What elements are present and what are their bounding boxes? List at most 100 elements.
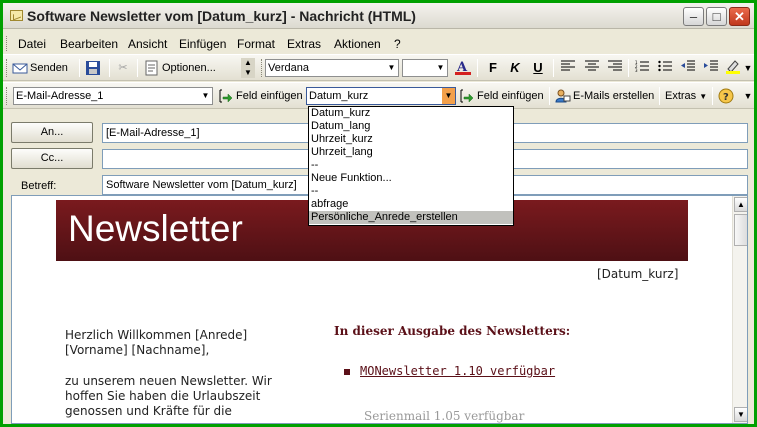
insert-field-label-1: Feld einfügen: [236, 90, 303, 102]
toolbar-separator: [553, 59, 554, 77]
cc-button[interactable]: Cc...: [11, 148, 93, 169]
bold-button[interactable]: F: [483, 58, 503, 78]
date-field-select[interactable]: Datum_kurz ▼: [306, 87, 456, 105]
scissors-icon: ✂: [118, 62, 128, 75]
align-left-button[interactable]: [558, 58, 578, 78]
scroll-up-button[interactable]: ▲: [734, 197, 747, 212]
field-select-value: E-Mail-Adresse_1: [16, 90, 104, 102]
chevron-down-icon: ▼: [201, 91, 210, 100]
date-placeholder: [Datum_kurz]: [597, 267, 679, 281]
toc-item-link[interactable]: MONewsletter 1.10 verfügbar: [344, 364, 555, 378]
send-button[interactable]: Senden: [12, 58, 68, 78]
create-emails-button[interactable]: E-Mails erstellen: [555, 86, 654, 106]
toolbar-options-chevron[interactable]: ▼: [743, 86, 753, 106]
toolbar-separator: [79, 59, 80, 77]
toolbar-grip[interactable]: [6, 87, 9, 105]
chevron-down-icon: ▼: [387, 63, 396, 72]
menu-extras[interactable]: Extras: [287, 37, 321, 51]
insert-field-button-2[interactable]: Feld einfügen: [459, 86, 544, 106]
extras-dropdown-button[interactable]: Extras ▼: [665, 86, 707, 106]
toolbar-separator: [137, 59, 138, 77]
message-body[interactable]: Newsletter [Datum_kurz] Herzlich Willkom…: [11, 195, 748, 424]
options-icon: [144, 60, 160, 76]
scroll-thumb[interactable]: [734, 214, 747, 246]
toolbar-overflow-chevron[interactable]: ▲ ▼: [241, 58, 255, 78]
font-size-select[interactable]: ▼: [402, 59, 448, 77]
menu-ansicht[interactable]: Ansicht: [128, 37, 167, 51]
numbered-list-button[interactable]: 123: [632, 58, 652, 78]
subject-label: Betreff:: [21, 180, 57, 192]
scroll-down-button[interactable]: ▼: [734, 407, 747, 422]
banner-title: Newsletter: [68, 208, 243, 249]
to-button[interactable]: An...: [11, 122, 93, 143]
vertical-scrollbar[interactable]: ▲ ▼: [732, 196, 747, 423]
menu-format[interactable]: Format: [237, 37, 275, 51]
align-right-icon: [608, 60, 622, 71]
toc-item-label: MONewsletter 1.10 verfügbar: [360, 364, 556, 378]
highlight-button[interactable]: [723, 58, 743, 78]
menu-aktionen[interactable]: Aktionen: [334, 37, 381, 51]
menu-einfuegen[interactable]: Einfügen: [179, 37, 226, 51]
highlighter-icon: [726, 60, 740, 74]
date-field-dropdown-list: Datum_kurz Datum_lang Uhrzeit_kurz Uhrze…: [308, 106, 514, 226]
save-button[interactable]: [85, 58, 103, 78]
font-color-button[interactable]: A: [453, 58, 473, 78]
insert-field-icon: [218, 88, 234, 104]
dropdown-item[interactable]: Uhrzeit_kurz: [309, 133, 513, 146]
options-button[interactable]: Optionen...: [144, 58, 216, 78]
toolbar-separator: [659, 87, 660, 105]
cut-button[interactable]: ✂: [115, 58, 133, 78]
format-toolbar-grip[interactable]: [261, 59, 264, 77]
insert-field-icon: [459, 88, 475, 104]
align-left-icon: [561, 60, 575, 71]
help-icon: ?: [718, 88, 734, 104]
standard-toolbar: Senden ✂ Optionen... ▲ ▼ Verdana ▼ ▼ A F…: [3, 54, 754, 81]
menubar-grip[interactable]: [6, 36, 9, 51]
dropdown-separator: --: [311, 185, 319, 197]
dropdown-item[interactable]: Neue Funktion...: [309, 172, 513, 185]
dropdown-item[interactable]: Datum_kurz: [309, 107, 513, 120]
decrease-indent-button[interactable]: [678, 58, 698, 78]
dropdown-item[interactable]: Datum_lang: [309, 120, 513, 133]
bullet-list-button[interactable]: [655, 58, 675, 78]
message-window: Software Newsletter vom [Datum_kurz] - N…: [3, 3, 754, 424]
toolbar-separator: [549, 87, 550, 105]
insert-field-button-1[interactable]: Feld einfügen: [218, 86, 303, 106]
create-emails-icon: [555, 88, 571, 104]
align-right-button[interactable]: [605, 58, 625, 78]
increase-indent-button[interactable]: [701, 58, 721, 78]
toolbar-separator: [109, 59, 110, 77]
bullet-list-icon: [658, 60, 672, 72]
help-button[interactable]: ?: [718, 86, 736, 106]
toolbar-separator: [477, 59, 478, 77]
close-button[interactable]: ✕: [729, 7, 750, 26]
title-bar: Software Newsletter vom [Datum_kurz] - N…: [3, 3, 754, 29]
underline-button[interactable]: U: [528, 58, 548, 78]
save-icon: [85, 60, 101, 76]
chevron-down-icon: ▼: [699, 92, 708, 101]
toolbar-grip[interactable]: [6, 59, 9, 77]
create-emails-label: E-Mails erstellen: [573, 90, 655, 102]
toolbar-options-chevron[interactable]: ▼: [743, 58, 753, 78]
dropdown-item-selected[interactable]: Persönliche_Anrede_erstellen: [309, 211, 513, 224]
numbered-list-icon: 123: [635, 60, 649, 73]
chevron-down-icon: ▼: [436, 63, 445, 72]
dropdown-item[interactable]: Uhrzeit_lang: [309, 146, 513, 159]
minimize-button[interactable]: –: [683, 7, 704, 26]
menu-datei[interactable]: Datei: [18, 37, 46, 51]
decrease-indent-icon: [681, 60, 695, 71]
options-label: Optionen...: [162, 62, 216, 74]
align-center-button[interactable]: [582, 58, 602, 78]
field-select[interactable]: E-Mail-Adresse_1 ▼: [13, 87, 213, 105]
font-family-select[interactable]: Verdana ▼: [265, 59, 399, 77]
maximize-button[interactable]: □: [706, 7, 727, 26]
insert-field-label-2: Feld einfügen: [477, 90, 544, 102]
menu-help[interactable]: ?: [394, 37, 401, 51]
send-envelope-icon: [12, 60, 28, 76]
toc-item-partial[interactable]: Serienmail 1.05 verfügbar: [364, 409, 524, 423]
menu-bearbeiten[interactable]: Bearbeiten: [60, 37, 118, 51]
dropdown-item[interactable]: abfrage: [309, 198, 513, 211]
italic-button[interactable]: K: [505, 58, 525, 78]
welcome-column: Herzlich Willkommen [Anrede] [Vorname] […: [65, 328, 310, 423]
align-center-icon: [585, 60, 599, 71]
